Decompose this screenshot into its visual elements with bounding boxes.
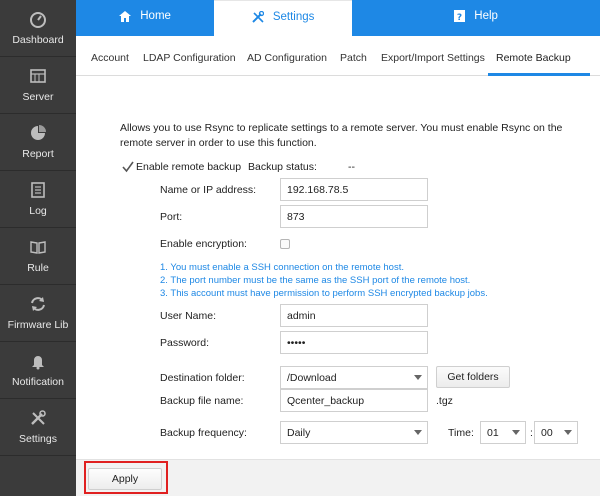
subtab-remote-backup[interactable]: Remote Backup (496, 52, 571, 64)
destination-folder-label: Destination folder: (160, 372, 245, 384)
svg-text:?: ? (457, 13, 462, 22)
name-or-ip-input[interactable] (280, 178, 428, 201)
name-or-ip-label: Name or IP address: (160, 184, 257, 196)
subtab-patch[interactable]: Patch (340, 52, 367, 64)
subtab-ad-configuration[interactable]: AD Configuration (247, 52, 327, 64)
tools-icon (31, 410, 46, 425)
backup-status-value: -- (348, 161, 355, 173)
backup-status-label: Backup status: (248, 161, 317, 173)
sidebar-item-firmware-lib[interactable]: Firmware Lib (0, 285, 76, 342)
password-input[interactable] (280, 331, 428, 354)
backup-frequency-label: Backup frequency: (160, 427, 247, 439)
destination-folder-value: /Download (287, 372, 337, 384)
sidebar-item-label: Server (22, 91, 54, 103)
enable-remote-backup-checkbox[interactable] (122, 161, 134, 174)
checkmark-icon (122, 161, 134, 173)
time-hour-select[interactable]: 01 (480, 421, 526, 444)
server-icon (30, 69, 46, 83)
gauge-icon (30, 12, 46, 28)
password-label: Password: (160, 337, 210, 349)
subtab-account[interactable]: Account (91, 52, 129, 64)
sidebar-item-label: Notification (12, 376, 64, 388)
backup-file-name-label: Backup file name: (160, 395, 244, 407)
ssh-note-2: 2. The port number must be the same as t… (160, 275, 471, 286)
help-icon: ? (454, 10, 466, 22)
username-label: User Name: (160, 310, 217, 322)
book-icon (30, 241, 46, 254)
log-icon (31, 182, 45, 198)
description-text: Allows you to use Rsync to replicate set… (120, 122, 563, 149)
sidebar: Dashboard Server Report Log Rule Firmwar… (0, 0, 76, 496)
subtab-ldap-configuration[interactable]: LDAP Configuration (143, 52, 236, 64)
chevron-down-icon (414, 375, 422, 380)
remote-backup-form: Allows you to use Rsync to replicate set… (76, 77, 600, 459)
tab-home[interactable]: Home (76, 0, 214, 36)
sidebar-item-server[interactable]: Server (0, 57, 76, 114)
enable-remote-backup-label: Enable remote backup (136, 161, 242, 173)
chevron-down-icon (564, 430, 572, 435)
tab-help[interactable]: ? Help (352, 0, 600, 36)
bell-icon (32, 356, 44, 370)
sidebar-item-label: Firmware Lib (7, 319, 69, 331)
tab-settings[interactable]: Settings (214, 0, 352, 36)
sidebar-item-log[interactable]: Log (0, 171, 76, 228)
enable-encryption-checkbox[interactable] (280, 239, 290, 249)
pie-chart-icon (31, 125, 46, 140)
apply-button[interactable]: Apply (88, 468, 162, 490)
subtab-export-import-settings[interactable]: Export/Import Settings (381, 52, 485, 64)
top-nav: Home Settings ? Help (76, 0, 600, 36)
sidebar-item-settings[interactable]: Settings (0, 399, 76, 456)
ssh-note-3: 3. This account must have permission to … (160, 288, 488, 299)
get-folders-button[interactable]: Get folders (436, 366, 510, 388)
settings-subtabs: Account LDAP Configuration AD Configurat… (76, 36, 600, 76)
sidebar-item-label: Dashboard (12, 34, 64, 46)
chevron-down-icon (512, 430, 520, 435)
refresh-icon (31, 297, 45, 311)
port-input[interactable] (280, 205, 428, 228)
sidebar-item-label: Rule (27, 262, 49, 274)
time-separator: : (530, 427, 533, 439)
file-extension: .tgz (436, 395, 453, 407)
active-tab-indicator (488, 73, 590, 76)
sidebar-item-notification[interactable]: Notification (0, 342, 76, 399)
sidebar-item-label: Report (22, 148, 54, 160)
time-label: Time: (448, 427, 474, 439)
time-minute-value: 00 (541, 427, 553, 439)
time-hour-value: 01 (487, 427, 499, 439)
tools-icon (251, 11, 264, 23)
ssh-note-1: 1. You must enable a SSH connection on t… (160, 262, 404, 273)
backup-file-name-input[interactable] (280, 389, 428, 412)
port-label: Port: (160, 211, 183, 223)
sidebar-item-label: Log (29, 205, 47, 217)
sidebar-item-label: Settings (19, 433, 57, 445)
username-input[interactable] (280, 304, 428, 327)
sidebar-item-dashboard[interactable]: Dashboard (0, 0, 76, 57)
sidebar-item-rule[interactable]: Rule (0, 228, 76, 285)
home-icon (119, 10, 132, 22)
chevron-down-icon (414, 430, 422, 435)
backup-frequency-value: Daily (287, 427, 311, 439)
backup-frequency-select[interactable]: Daily (280, 421, 428, 444)
sidebar-item-report[interactable]: Report (0, 114, 76, 171)
time-minute-select[interactable]: 00 (534, 421, 578, 444)
destination-folder-select[interactable]: /Download (280, 366, 428, 389)
encryption-label: Enable encryption: (160, 238, 247, 250)
